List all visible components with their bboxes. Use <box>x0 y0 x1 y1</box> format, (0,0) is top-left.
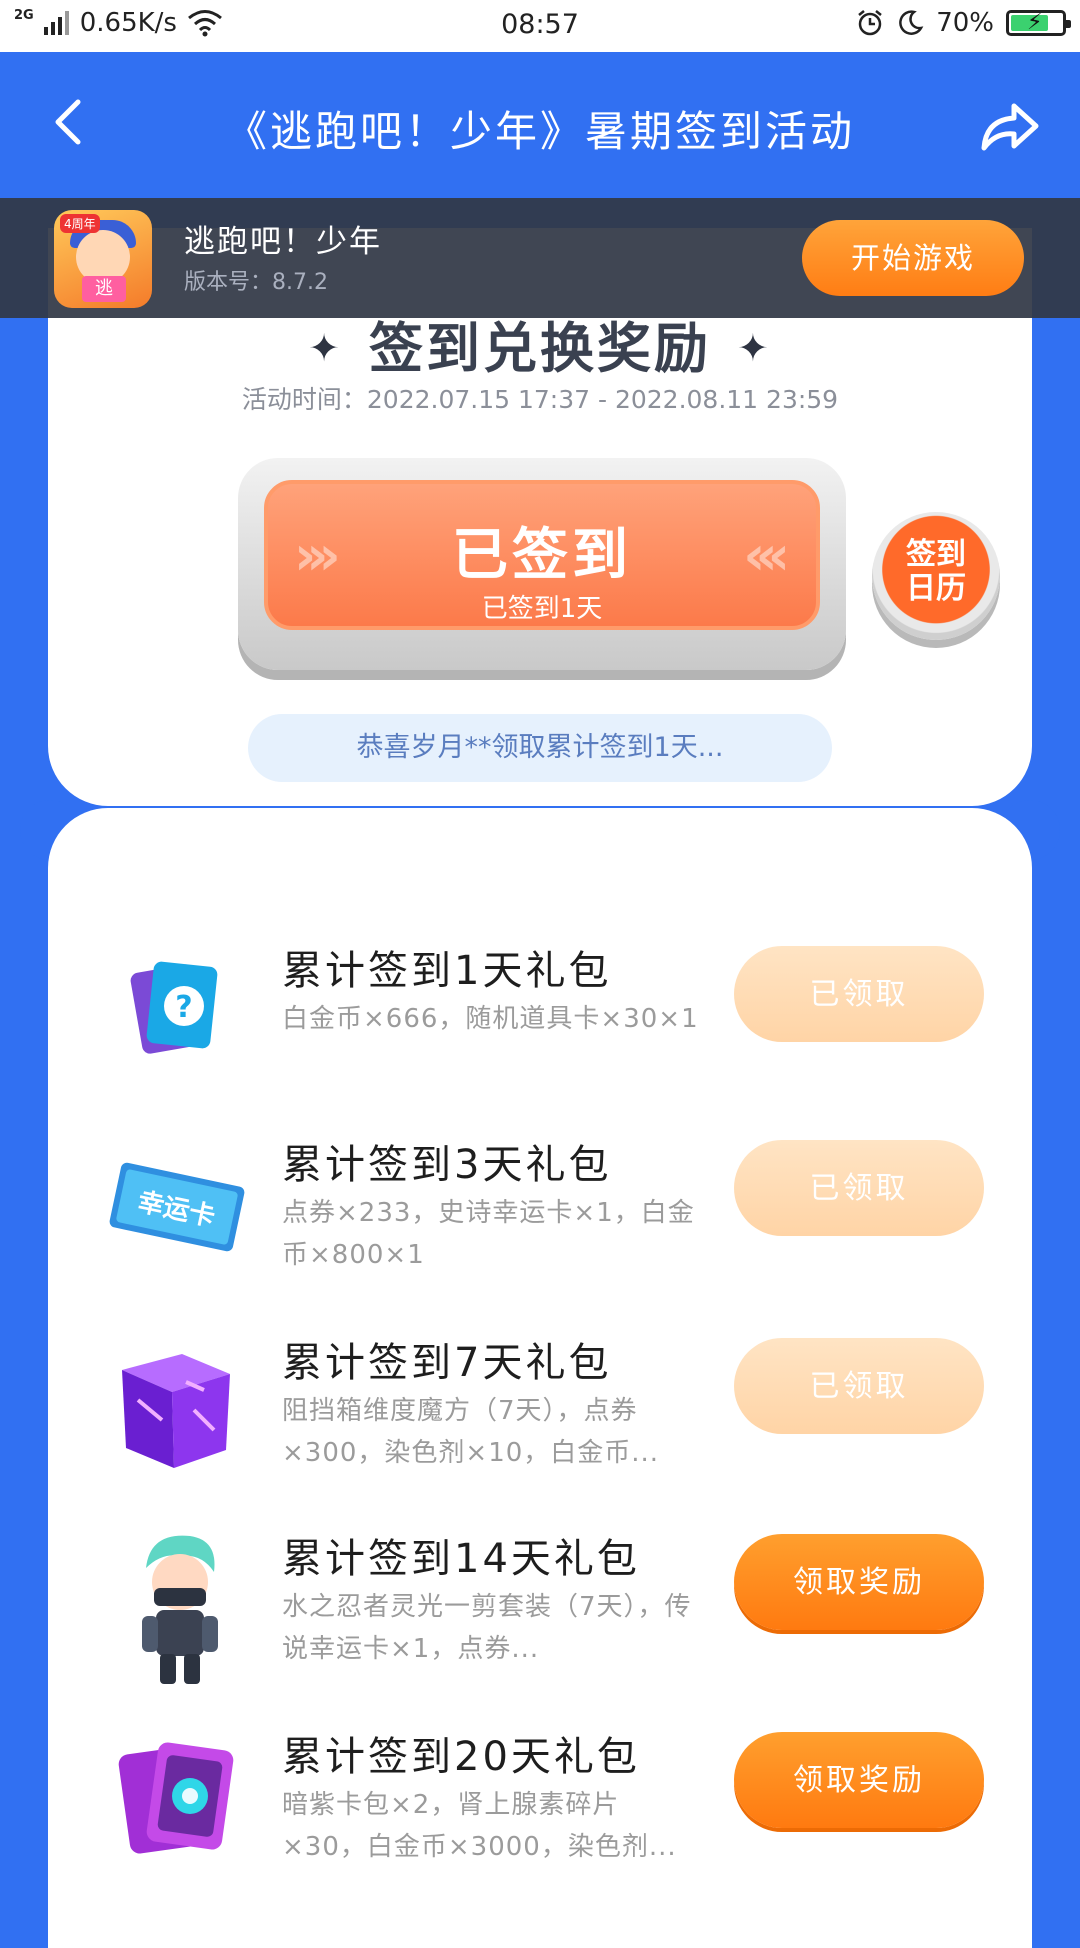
mystery-card-icon: ? <box>130 961 218 1054</box>
ninja-character-icon <box>142 1535 218 1684</box>
svg-text:?: ? <box>175 990 192 1025</box>
sparkle-icon: ✦ <box>737 326 772 370</box>
reward-description: 阻挡箱维度魔方（7天），点券×300，染色剂×10，白金币... <box>282 1396 660 1468</box>
game-banner: 4周年 逃 逃跑吧！少年 版本号：8.7.2 开始游戏 <box>0 198 1080 318</box>
status-bar: 2G 0.65K/s 08:57 70% ⚡ <box>0 0 1080 52</box>
claimed-button[interactable]: 已领取 <box>734 1338 984 1434</box>
reward-item: ? 累计签到1天礼包 白金币×666，随机道具卡×30×1 已领取 <box>48 938 1032 1108</box>
lucky-card-icon: 幸运卡 <box>109 1162 245 1252</box>
share-icon[interactable] <box>974 90 1044 160</box>
checkin-status: 已签到 <box>452 523 632 588</box>
claim-reward-button[interactable]: 领取奖励 <box>734 1534 984 1630</box>
reward-item: 幸运卡 累计签到3天礼包 点券×233，史诗幸运卡×1，白金币×800×1 已领… <box>48 1132 1032 1302</box>
game-app-icon: 4周年 逃 <box>54 210 152 308</box>
reward-description: 白金币×666，随机道具卡×30×1 <box>282 1004 699 1034</box>
sparkle-icon: ✦ <box>308 326 343 370</box>
battery-icon: ⚡ <box>1006 10 1071 36</box>
checkin-days: 已签到1天 <box>481 594 603 624</box>
moon-icon <box>899 10 924 35</box>
alarm-icon <box>858 10 882 36</box>
checkin-button[interactable]: ››› ‹‹‹ 已签到 已签到1天 <box>264 480 820 630</box>
claimed-button[interactable]: 已领取 <box>734 1140 984 1236</box>
start-game-button[interactable]: 开始游戏 <box>802 220 1024 296</box>
activity-time: 活动时间：2022.07.15 17:37 - 2022.08.11 23:59 <box>241 385 839 414</box>
reward-description: 点券×233，史诗幸运卡×1，白金币×800×1 <box>282 1198 695 1270</box>
reward-name: 累计签到20天礼包 <box>282 1734 640 1780</box>
header-bar: 《逃跑吧！少年》暑期签到活动 <box>0 52 1080 198</box>
game-version: 版本号：8.7.2 <box>184 270 328 295</box>
magic-cube-icon <box>122 1354 230 1468</box>
back-arrow-icon[interactable] <box>40 92 100 152</box>
reward-name: 累计签到7天礼包 <box>282 1340 612 1386</box>
reward-name: 累计签到1天礼包 <box>282 948 612 994</box>
rewards-card: ? 累计签到1天礼包 白金币×666，随机道具卡×30×1 已领取 幸运卡 累计… <box>48 808 1032 1948</box>
game-name: 逃跑吧！少年 <box>184 224 382 260</box>
reward-item: 累计签到14天礼包 水之忍者灵光一剪套装（7天），传说幸运卡×1，点券... 领… <box>48 1526 1032 1696</box>
reward-item: 累计签到7天礼包 阻挡箱维度魔方（7天），点券×300，染色剂×10，白金币..… <box>48 1330 1032 1500</box>
battery-percent: 70% <box>936 8 994 38</box>
reward-item: 累计签到20天礼包 暗紫卡包×2，肾上腺素碎片×30，白金币×3000，染色剂.… <box>48 1724 1032 1894</box>
reward-name: 累计签到14天礼包 <box>282 1536 640 1582</box>
reward-announcement: 恭喜岁月**领取累计签到1天... <box>248 714 832 782</box>
reward-description: 暗紫卡包×2，肾上腺素碎片×30，白金币×3000，染色剂... <box>282 1790 677 1862</box>
reward-description: 水之忍者灵光一剪套装（7天），传说幸运卡×1，点券... <box>282 1592 692 1664</box>
card-pack-icon <box>118 1742 234 1854</box>
reward-name: 累计签到3天礼包 <box>282 1142 612 1188</box>
page-title: 《逃跑吧！少年》暑期签到活动 <box>224 107 855 156</box>
claim-reward-button[interactable]: 领取奖励 <box>734 1732 984 1828</box>
checkin-calendar-button[interactable]: 签到 日历 <box>872 512 1000 640</box>
claimed-button[interactable]: 已领取 <box>734 946 984 1042</box>
checkin-button-frame: ››› ‹‹‹ 已签到 已签到1天 <box>238 458 846 670</box>
